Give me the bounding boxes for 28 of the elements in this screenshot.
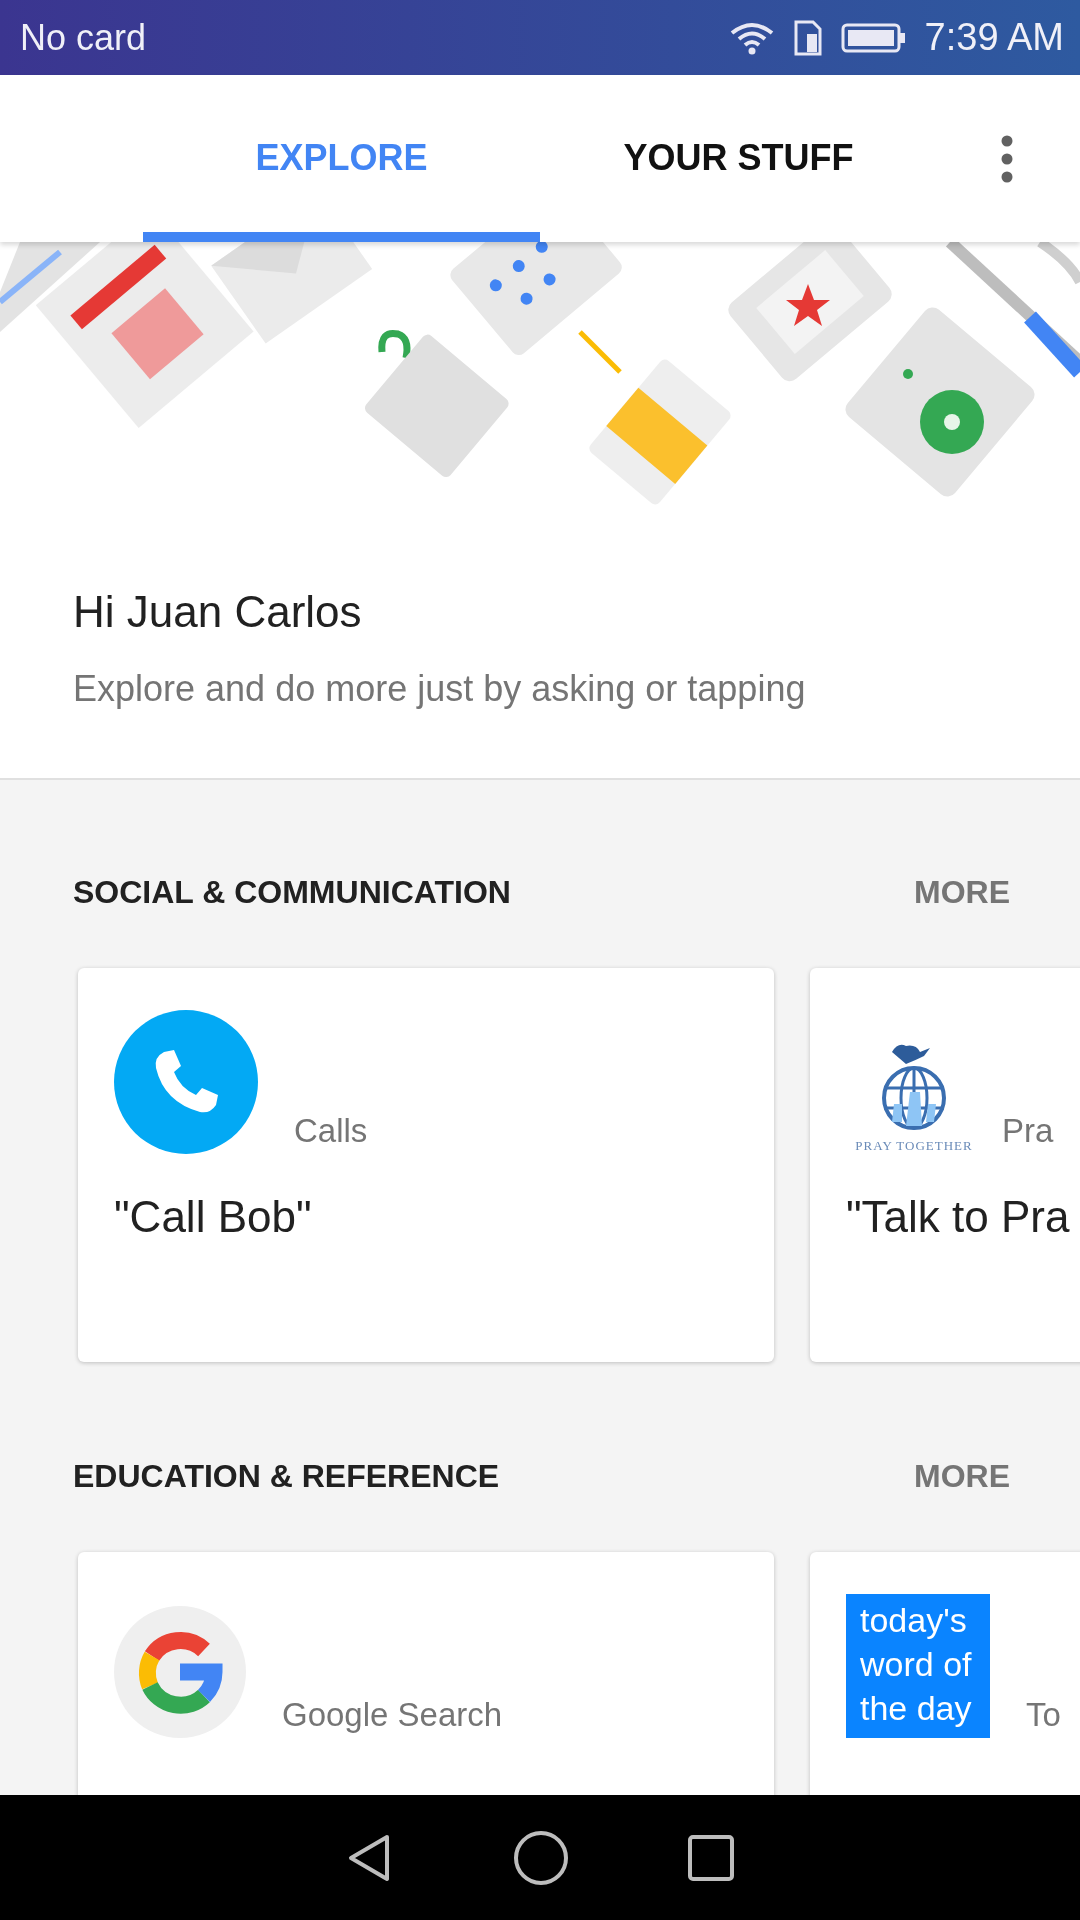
- clock-text: 7:39 AM: [924, 16, 1064, 59]
- action-card[interactable]: Calls "Call Bob": [78, 968, 774, 1362]
- recents-icon[interactable]: [687, 1833, 735, 1882]
- sim-card-icon: [792, 19, 823, 56]
- app-name: Calls: [294, 1112, 368, 1151]
- section-title: SOCIAL & COMMUNICATION: [73, 874, 511, 911]
- app-name: Pra: [1002, 1112, 1054, 1151]
- phone-icon: [114, 1010, 258, 1154]
- more-link[interactable]: MORE: [914, 874, 1010, 911]
- app-name: To: [1026, 1696, 1061, 1735]
- section-title: EDUCATION & REFERENCE: [73, 1458, 500, 1495]
- home-icon[interactable]: [513, 1829, 569, 1886]
- greeting-subtitle: Explore and do more just by asking or tapping: [73, 668, 807, 710]
- query-text: "Call Bob": [114, 1192, 313, 1242]
- greeting-title: Hi Juan Carlos: [73, 587, 363, 637]
- more-link[interactable]: MORE: [914, 1458, 1010, 1495]
- logo-text: PRAY TOGETHER: [855, 1138, 973, 1154]
- app-name: Google Search: [282, 1696, 503, 1735]
- query-text: "Talk to Pra: [846, 1192, 1071, 1242]
- battery-icon: [840, 21, 907, 54]
- carrier-text: No card: [20, 16, 147, 59]
- tab[interactable]: YOUR STUFF: [540, 75, 937, 242]
- action-card[interactable]: today's word of the day To: [810, 1552, 1080, 1795]
- google-g-icon: [114, 1606, 246, 1738]
- action-card[interactable]: Google Search: [78, 1552, 774, 1795]
- word-of-day-logo: today's word of the day: [846, 1594, 990, 1738]
- wifi-icon: [728, 20, 775, 55]
- action-card[interactable]: PRAY TOGETHER Pra "Talk to Pra: [810, 968, 1080, 1362]
